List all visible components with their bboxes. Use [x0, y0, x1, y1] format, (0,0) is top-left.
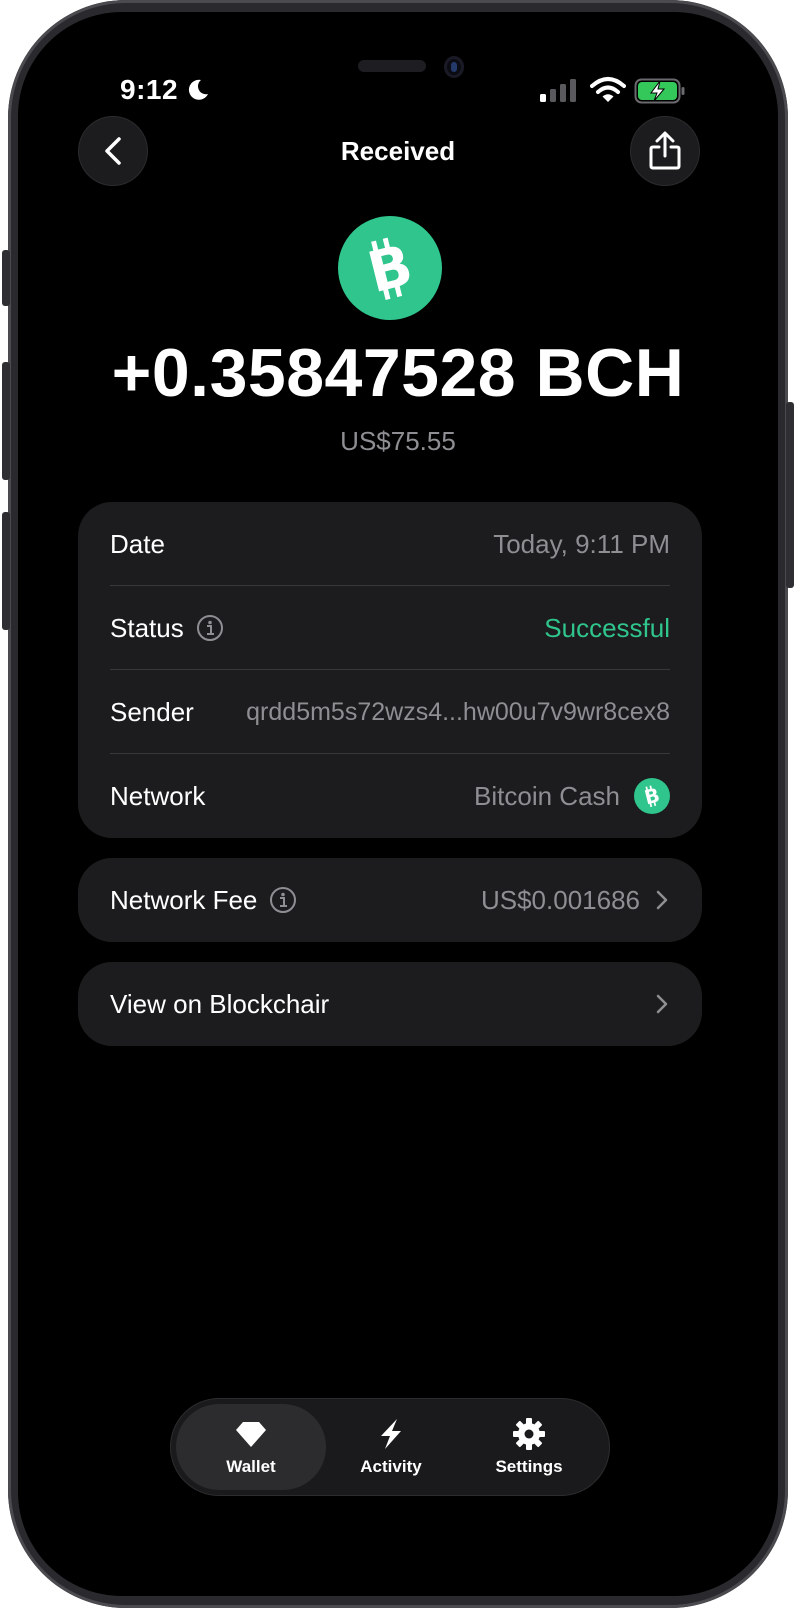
share-button[interactable]	[630, 116, 700, 186]
status-row: Status Successful	[110, 586, 670, 670]
network-label: Network	[110, 780, 206, 811]
fiat-amount: US$75.55	[340, 426, 456, 456]
view-on-blockchair-button[interactable]: View on Blockchair	[78, 962, 702, 1046]
signal-icon	[540, 79, 576, 102]
bitcoin-cash-icon: B	[634, 778, 670, 814]
gear-icon	[513, 1418, 545, 1450]
tab-label: Settings	[495, 1457, 563, 1476]
earpiece-speaker	[358, 60, 426, 72]
info-icon[interactable]	[196, 614, 224, 642]
bitcoin-cash-icon: B	[338, 216, 442, 320]
moon-icon	[188, 79, 208, 100]
sender-row[interactable]: Sender qrdd5m5s72wzs4...hw00u7v9wr8cex8	[110, 670, 670, 754]
volume-down-button	[2, 512, 10, 630]
status-label: Status	[110, 612, 184, 643]
sender-address[interactable]: qrdd5m5s72wzs4...hw00u7v9wr8cex8	[246, 698, 670, 727]
mute-switch	[2, 250, 10, 306]
date-row: Date Today, 9:11 PM	[110, 502, 670, 586]
network-fee-value: US$0.001686	[480, 884, 640, 915]
tab-label: Activity	[360, 1457, 422, 1476]
network-row: Network Bitcoin Cash B	[110, 754, 670, 838]
sender-label: Sender	[110, 696, 194, 727]
wifi-icon	[590, 77, 626, 102]
date-value: Today, 9:11 PM	[493, 528, 670, 559]
chevron-right-icon	[656, 890, 668, 910]
tab-settings[interactable]: Settings	[454, 1404, 604, 1490]
network-fee-row[interactable]: Network Fee US$0.001686	[78, 858, 702, 942]
screen: 9:12 Received B +0.35847528 BCH US$75.55…	[18, 12, 778, 1596]
details-card: Date Today, 9:11 PM Status Successful Se…	[78, 502, 702, 838]
tab-activity[interactable]: Activity	[316, 1404, 466, 1490]
view-on-blockchair-label: View on Blockchair	[110, 988, 330, 1019]
diamond-icon	[236, 1422, 266, 1447]
tab-wallet[interactable]: Wallet	[176, 1404, 326, 1490]
battery-charging-icon	[634, 78, 685, 104]
front-camera	[444, 56, 464, 78]
info-icon[interactable]	[269, 886, 297, 914]
chevron-right-icon	[656, 994, 668, 1014]
status-time: 9:12	[120, 74, 179, 105]
share-icon	[649, 131, 681, 170]
date-label: Date	[110, 528, 165, 559]
tab-label: Wallet	[226, 1457, 276, 1476]
volume-up-button	[2, 362, 10, 480]
network-fee-label: Network Fee	[110, 884, 258, 915]
lightning-icon	[381, 1419, 401, 1449]
network-value: Bitcoin Cash	[474, 780, 620, 811]
transaction-amount: +0.35847528 BCH	[111, 335, 685, 411]
status-value: Successful	[544, 612, 670, 643]
power-button	[786, 402, 794, 588]
tab-bar: Wallet Activity Settings	[170, 1398, 610, 1496]
